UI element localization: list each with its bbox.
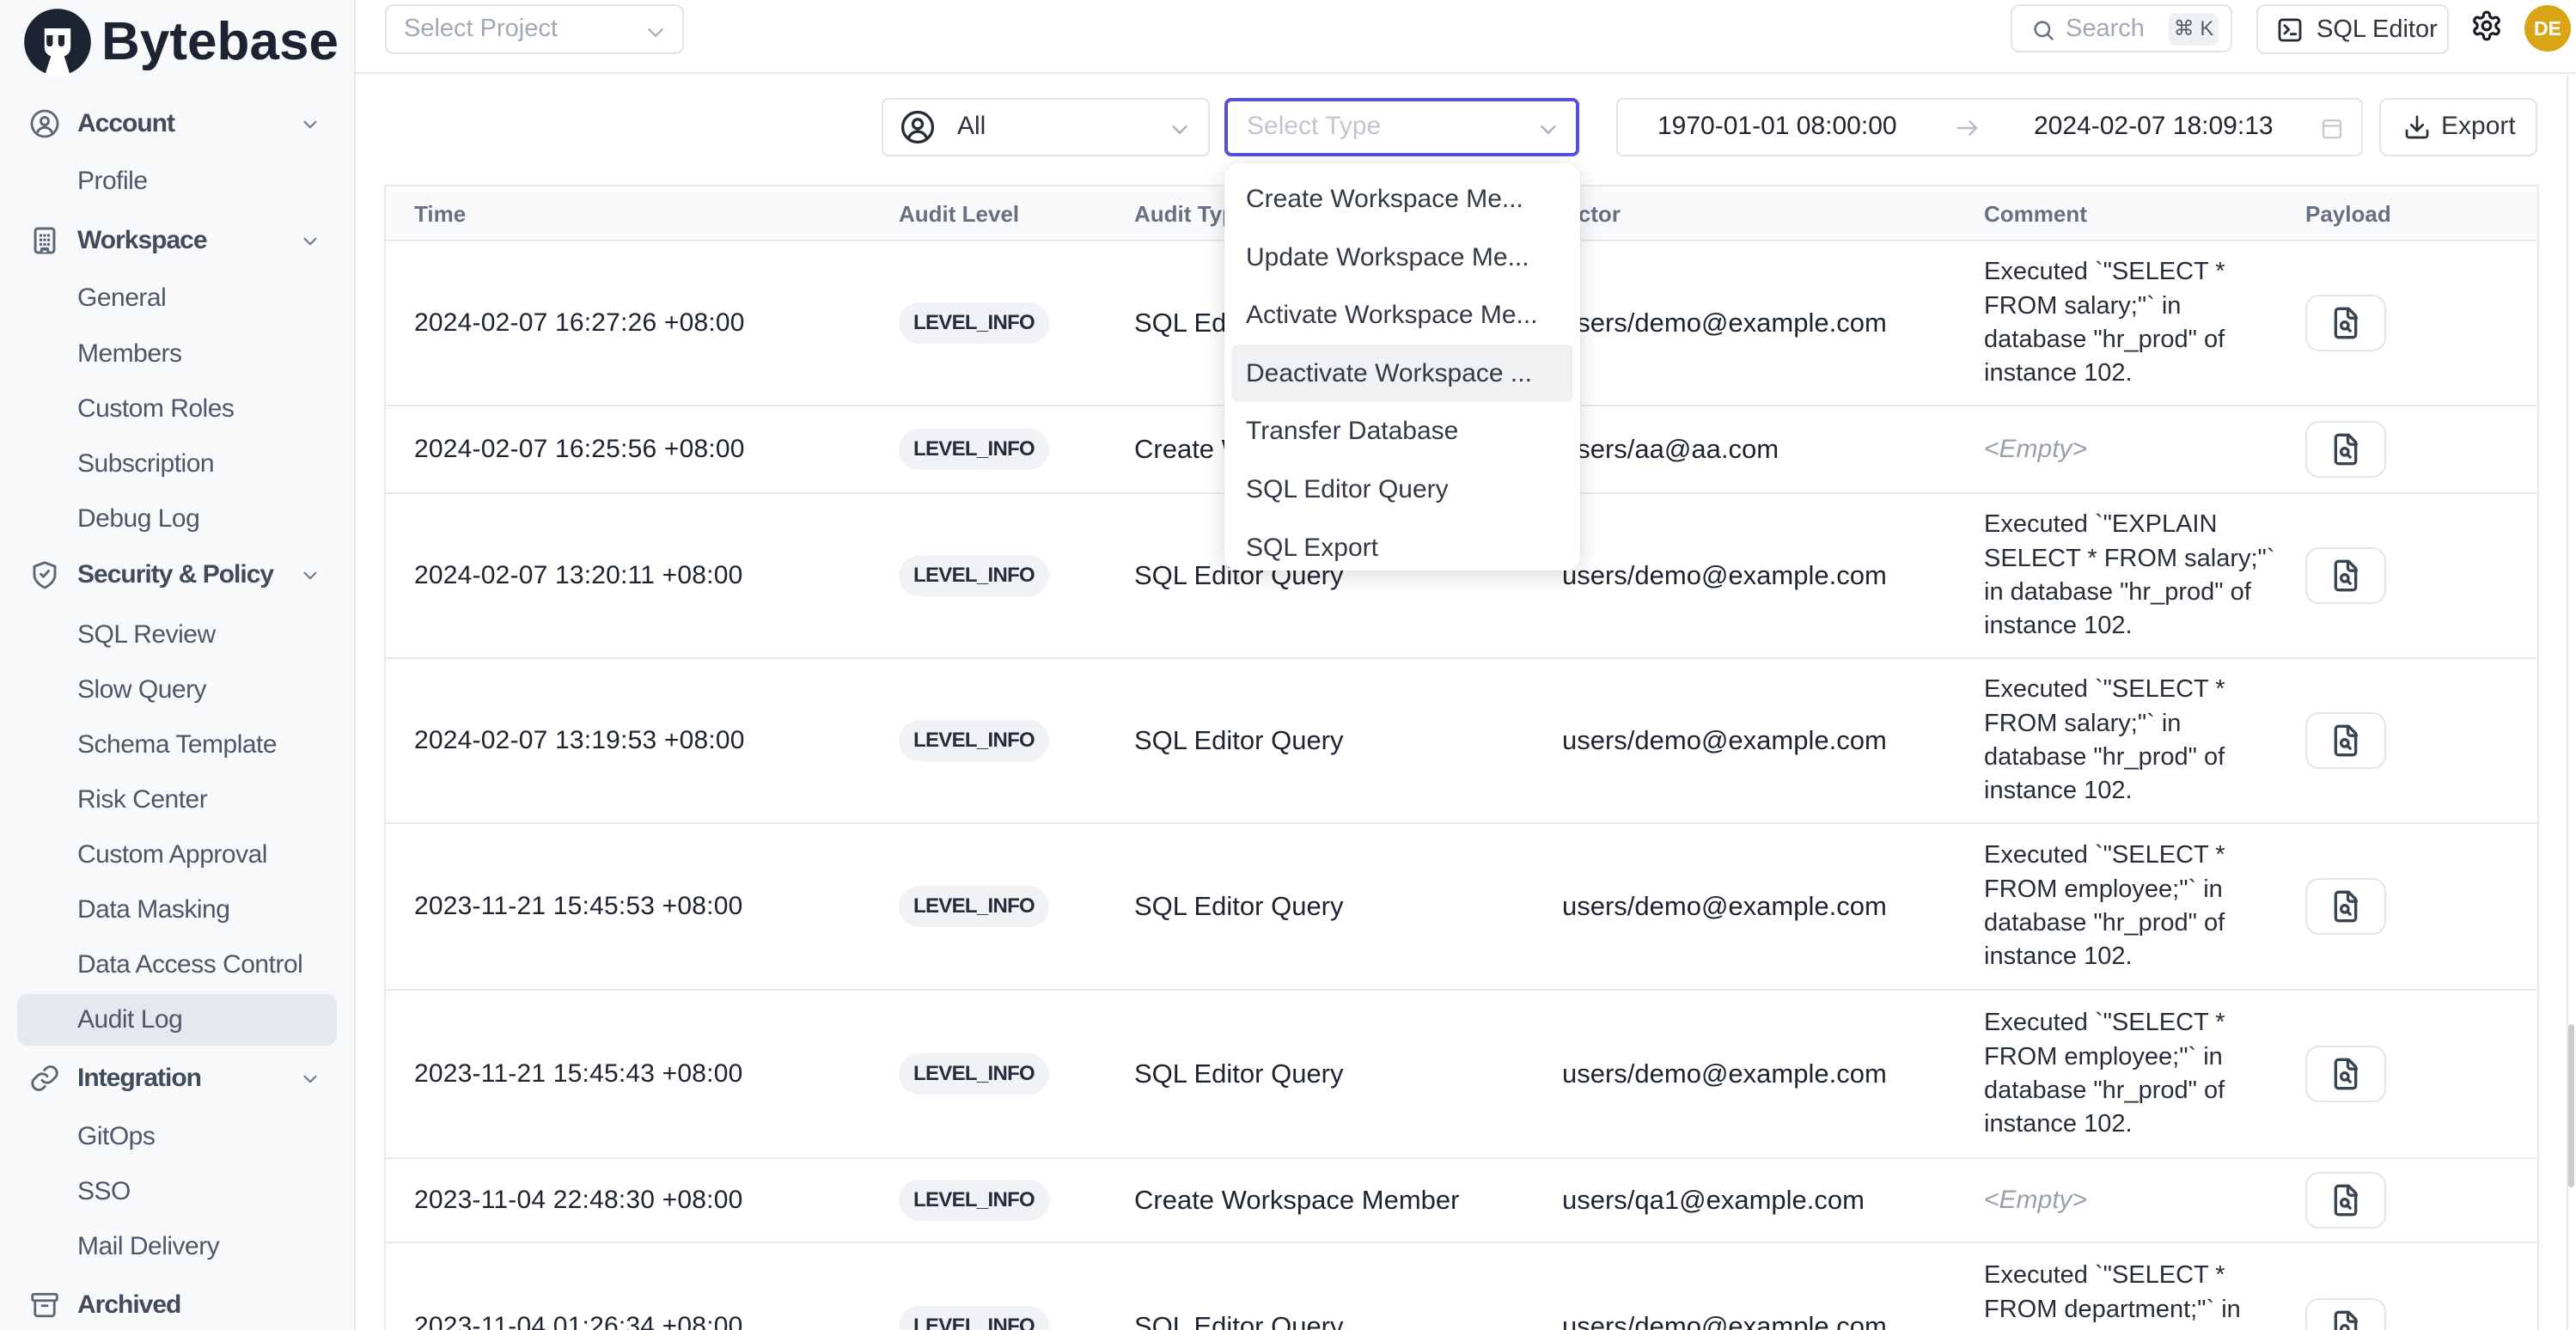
svg-text:Bytebase: Bytebase [101, 12, 339, 71]
